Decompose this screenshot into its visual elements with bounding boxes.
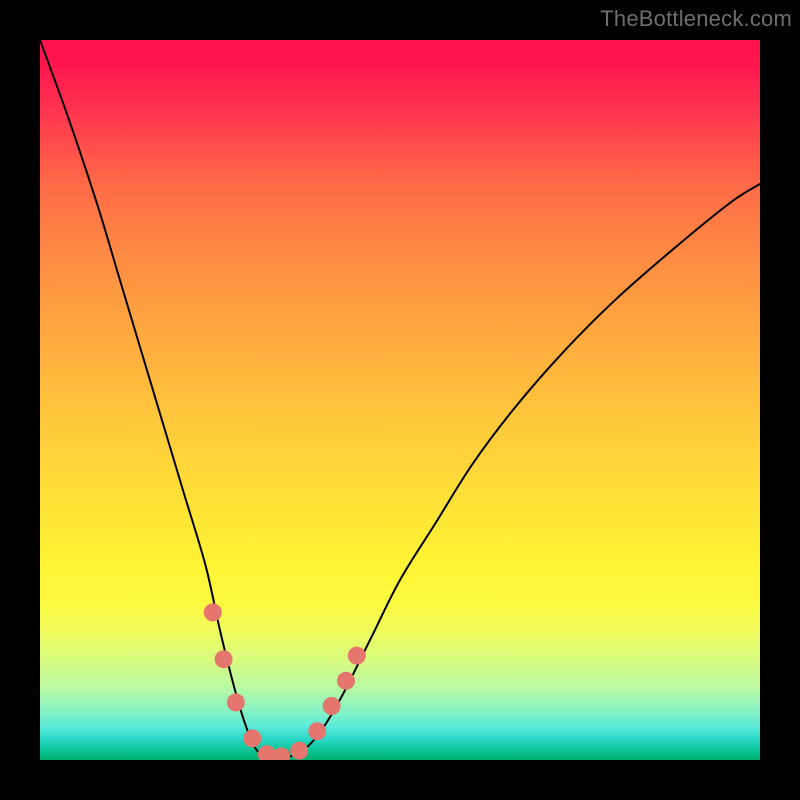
data-marker (227, 693, 245, 711)
data-marker (337, 672, 355, 690)
chart-svg (40, 40, 760, 760)
marker-group (204, 603, 366, 760)
bottleneck-curve (40, 40, 760, 759)
data-marker (348, 647, 366, 665)
data-marker (243, 729, 261, 747)
data-marker (308, 722, 326, 740)
plot-area (40, 40, 760, 760)
data-marker (323, 697, 341, 715)
data-marker (290, 742, 308, 760)
chart-stage: TheBottleneck.com (0, 0, 800, 800)
data-marker (204, 603, 222, 621)
data-marker (272, 747, 290, 760)
data-marker (215, 650, 233, 668)
attribution-label: TheBottleneck.com (600, 6, 792, 32)
